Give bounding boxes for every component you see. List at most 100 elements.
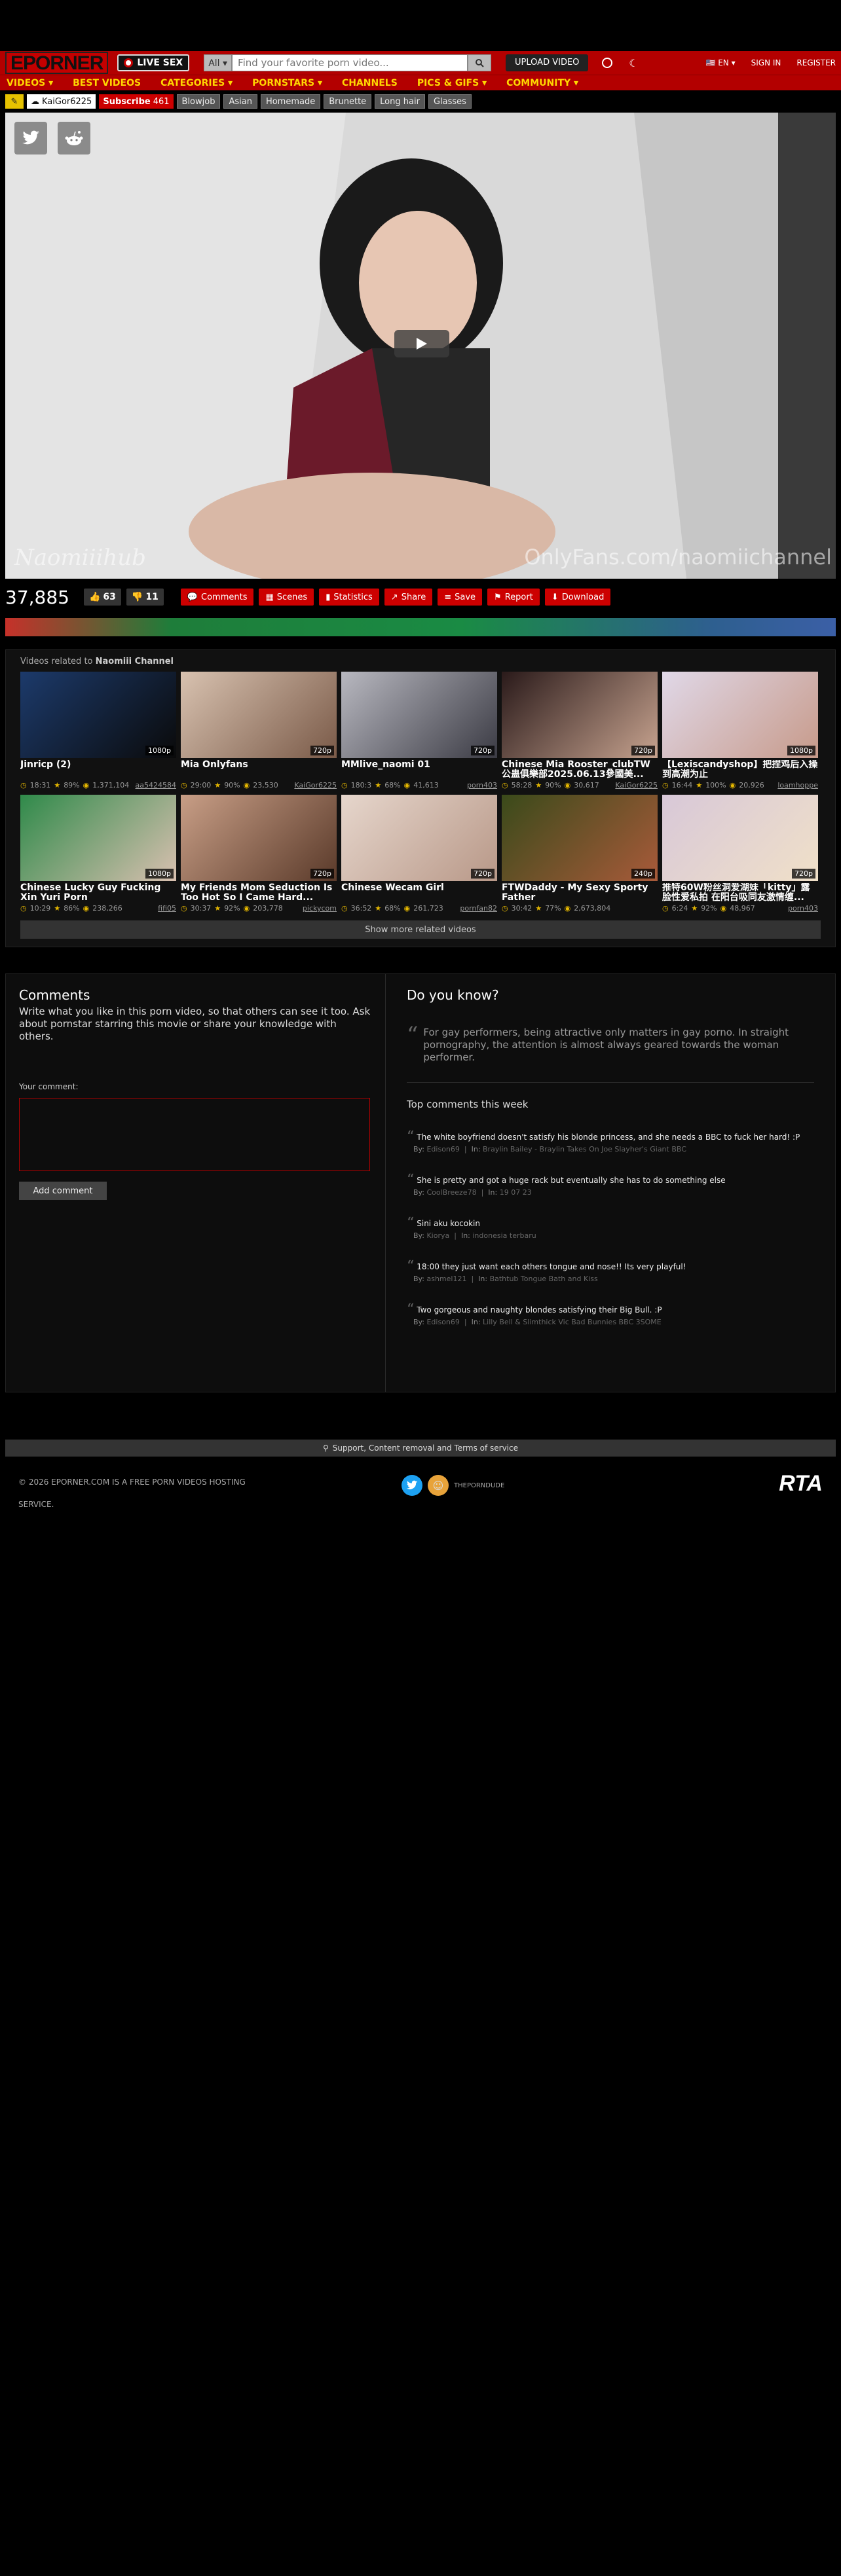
ad-banner[interactable]: [5, 618, 836, 636]
video-uploader[interactable]: porn403: [467, 781, 497, 789]
video-thumbnail[interactable]: 720p: [181, 672, 337, 758]
rta-logo[interactable]: RTA: [779, 1471, 823, 1497]
video-card[interactable]: 1080p Jinricp (2) ◷ 18:31 ★ 89% ◉ 1,371,…: [20, 672, 176, 789]
video-card[interactable]: 1080p 【Lexiscandyshop】把捏鸡后入操到高潮为止 ◷ 16:4…: [662, 672, 818, 789]
report-button[interactable]: ⚑ Report: [487, 589, 540, 606]
share-button[interactable]: ↗ Share: [384, 589, 433, 606]
comment-video-link[interactable]: 19 07 23: [500, 1188, 532, 1197]
live-sex-button[interactable]: LIVE SEX: [117, 54, 190, 71]
video-title[interactable]: FTWDaddy - My Sexy Sporty Father: [502, 883, 658, 903]
nav-pics-gifs[interactable]: PICS & GIFS ▾: [417, 78, 487, 88]
video-card[interactable]: 720p MMlive_naomi 01 ◷ 180:3 ★ 68% ◉ 41,…: [341, 672, 497, 789]
edit-tags-button[interactable]: ✎: [5, 94, 24, 109]
video-thumbnail[interactable]: 720p: [341, 795, 497, 881]
video-thumbnail[interactable]: 720p: [662, 795, 818, 881]
video-card[interactable]: 240p FTWDaddy - My Sexy Sporty Father ◷ …: [502, 795, 658, 913]
record-icon[interactable]: [600, 56, 614, 70]
comments-button[interactable]: 💬 Comments: [180, 589, 254, 606]
tag-link[interactable]: Brunette: [324, 94, 372, 109]
tag-link[interactable]: Blowjob: [176, 94, 221, 109]
related-channel[interactable]: Naomiii Channel: [96, 657, 174, 666]
nav-categories[interactable]: CATEGORIES ▾: [160, 78, 233, 88]
nav-community[interactable]: COMMUNITY ▾: [506, 78, 578, 88]
search-scope-select[interactable]: All ▾: [204, 54, 233, 71]
statistics-button[interactable]: ▮ Statistics: [319, 589, 379, 606]
sign-in-link[interactable]: SIGN IN: [751, 58, 781, 67]
video-card[interactable]: 720p Chinese Mia Rooster_clubTW 公蛊俱樂部202…: [502, 672, 658, 789]
tag-link[interactable]: Glasses: [428, 94, 472, 109]
video-uploader[interactable]: pornfan82: [460, 904, 497, 913]
video-title[interactable]: My Friends Mom Seduction Is Too Hot So I…: [181, 883, 337, 903]
show-more-button[interactable]: Show more related videos: [20, 920, 821, 939]
nav-pornstars[interactable]: PORNSTARS ▾: [252, 78, 322, 88]
tag-link[interactable]: Asian: [223, 94, 257, 109]
comment-author[interactable]: Edison69: [426, 1318, 459, 1326]
reddit-share-button[interactable]: [58, 122, 90, 154]
save-button[interactable]: ≡ Save: [438, 589, 483, 606]
video-thumbnail[interactable]: 1080p: [662, 672, 818, 758]
video-title[interactable]: Chinese Mia Rooster_clubTW 公蛊俱樂部2025.06.…: [502, 760, 658, 780]
video-title[interactable]: 【Lexiscandyshop】把捏鸡后入操到高潮为止: [662, 760, 818, 780]
video-thumbnail[interactable]: 1080p: [20, 672, 176, 758]
video-uploader[interactable]: KaiGor6225: [294, 781, 337, 789]
video-card[interactable]: 720p Mia Onlyfans ◷ 29:00 ★ 90% ◉ 23,530…: [181, 672, 337, 789]
porndude-label[interactable]: THEPORNDUDE: [454, 1482, 504, 1489]
subscribe-button[interactable]: Subscribe 461: [99, 94, 174, 109]
video-title[interactable]: Chinese Wecam Girl: [341, 883, 497, 903]
video-card[interactable]: 1080p Chinese Lucky Guy Fucking Xin Yuri…: [20, 795, 176, 913]
tag-link[interactable]: Long hair: [375, 94, 425, 109]
comment-author[interactable]: CoolBreeze78: [426, 1188, 476, 1197]
video-uploader[interactable]: porn403: [788, 904, 818, 913]
top-comment: “ She is pretty and got a huge rack but …: [407, 1173, 814, 1197]
video-thumbnail[interactable]: 720p: [181, 795, 337, 881]
twitter-link[interactable]: [402, 1475, 422, 1496]
video-title[interactable]: Mia Onlyfans: [181, 760, 337, 780]
video-card[interactable]: 720p My Friends Mom Seduction Is Too Hot…: [181, 795, 337, 913]
video-title[interactable]: Jinricp (2): [20, 760, 176, 780]
video-title[interactable]: 推特60W粉丝洞爱湖妹「kitty」露脸性爱私拍 在阳台吸同友激情缠...: [662, 883, 818, 903]
nav-videos[interactable]: VIDEOS ▾: [7, 78, 53, 88]
twitter-share-button[interactable]: [14, 122, 47, 154]
search-input[interactable]: [232, 54, 468, 71]
video-thumbnail[interactable]: 720p: [341, 672, 497, 758]
add-comment-button[interactable]: Add comment: [19, 1182, 107, 1200]
video-uploader[interactable]: pickycom: [303, 904, 337, 913]
search-button[interactable]: [468, 54, 492, 71]
register-link[interactable]: REGISTER: [796, 58, 836, 67]
video-uploader[interactable]: loamhoppe: [777, 781, 818, 789]
comment-textarea[interactable]: [19, 1098, 370, 1171]
comment-video-link[interactable]: indonesia terbaru: [472, 1231, 536, 1240]
porndude-link[interactable]: ☺: [428, 1475, 449, 1496]
video-card[interactable]: 720p Chinese Wecam Girl ◷ 36:52 ★ 68% ◉ …: [341, 795, 497, 913]
video-card[interactable]: 720p 推特60W粉丝洞爱湖妹「kitty」露脸性爱私拍 在阳台吸同友激情缠.…: [662, 795, 818, 913]
uploader-link[interactable]: ☁ KaiGor6225: [27, 94, 96, 109]
upload-video-button[interactable]: UPLOAD VIDEO: [506, 54, 589, 71]
language-select[interactable]: 🇺🇸 EN ▾: [705, 58, 735, 67]
video-title[interactable]: MMlive_naomi 01: [341, 760, 497, 780]
video-player[interactable]: Naomiiihub OnlyFans.com/naomiichannel: [5, 113, 836, 579]
video-thumbnail[interactable]: 240p: [502, 795, 658, 881]
comment-author[interactable]: Kiorya: [426, 1231, 449, 1240]
tag-link[interactable]: Homemade: [260, 94, 321, 109]
scenes-button[interactable]: ▦ Scenes: [259, 589, 314, 606]
support-bar[interactable]: ⚲ Support, Content removal and Terms of …: [5, 1440, 836, 1457]
site-logo[interactable]: EPORNER: [5, 52, 109, 74]
video-uploader[interactable]: fifi05: [158, 904, 176, 913]
video-title[interactable]: Chinese Lucky Guy Fucking Xin Yuri Porn: [20, 883, 176, 903]
comment-author[interactable]: Edison69: [426, 1145, 459, 1153]
video-thumbnail[interactable]: 720p: [502, 672, 658, 758]
like-button[interactable]: 👍 63: [83, 589, 121, 606]
dark-mode-icon[interactable]: ☾: [626, 56, 641, 70]
nav-channels[interactable]: CHANNELS: [342, 78, 398, 88]
video-uploader[interactable]: KaiGor6225: [615, 781, 658, 789]
play-button[interactable]: [394, 330, 449, 357]
video-uploader[interactable]: aa5424584: [136, 781, 176, 789]
comment-author[interactable]: ashmel121: [426, 1275, 466, 1283]
comment-video-link[interactable]: Braylin Bailey - Braylin Takes On Joe Sl…: [483, 1145, 686, 1153]
dislike-button[interactable]: 👎 11: [126, 589, 164, 606]
comment-video-link[interactable]: Bathtub Tongue Bath and Kiss: [490, 1275, 598, 1283]
download-button[interactable]: ⬇ Download: [544, 589, 611, 606]
video-thumbnail[interactable]: 1080p: [20, 795, 176, 881]
comment-video-link[interactable]: Lilly Bell & Slimthick Vic Bad Bunnies B…: [483, 1318, 662, 1326]
nav-best-videos[interactable]: BEST VIDEOS: [73, 78, 141, 88]
